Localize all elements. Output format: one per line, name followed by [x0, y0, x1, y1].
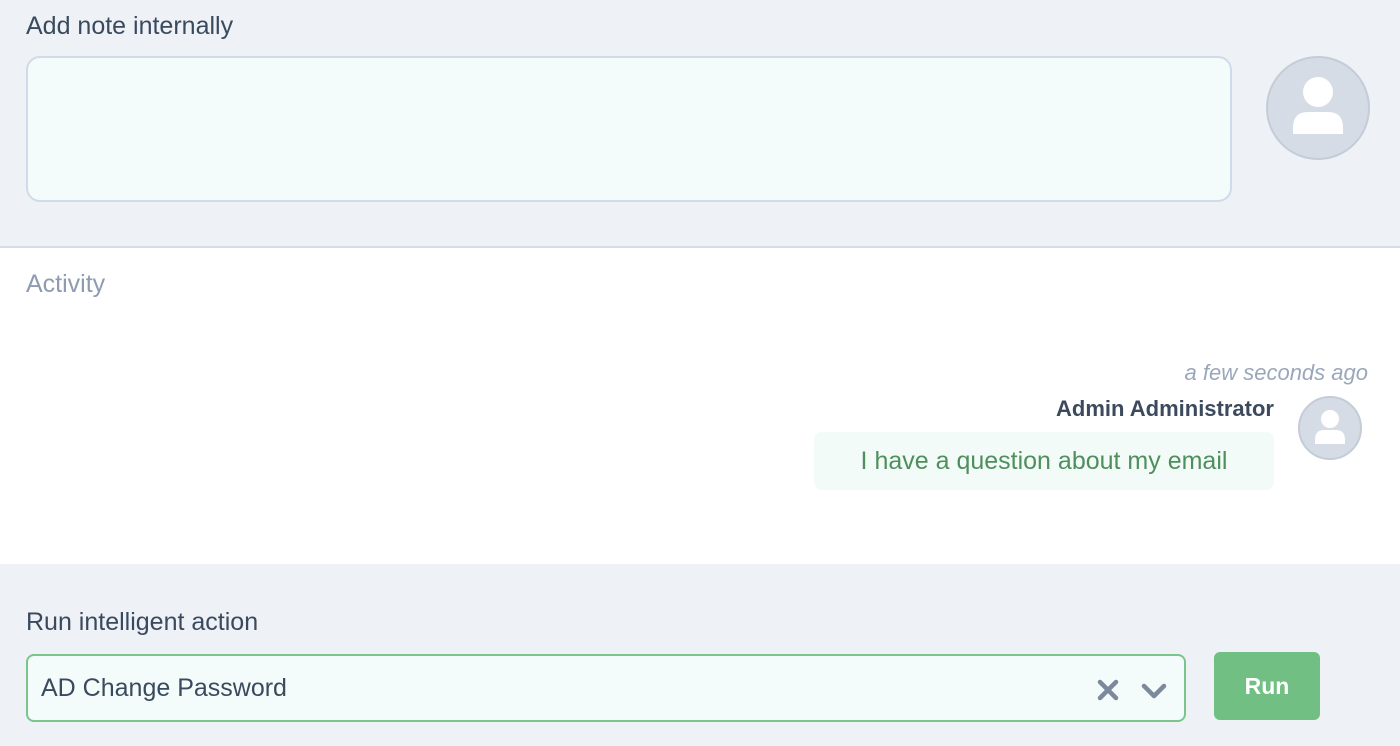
note-section: Add note internally [0, 0, 1400, 248]
activity-section: Activity a few seconds ago Admin Adminis… [0, 248, 1400, 564]
note-label: Add note internally [26, 12, 234, 40]
chevron-down-icon[interactable] [1140, 680, 1168, 702]
activity-message: I have a question about my email [814, 432, 1274, 490]
activity-author: Admin Administrator [1056, 396, 1274, 421]
run-button[interactable]: Run [1214, 652, 1320, 720]
activity-timestamp: a few seconds ago [1184, 360, 1368, 385]
action-select-value: AD Change Password [41, 674, 287, 702]
activity-message-text: I have a question about my email [860, 446, 1228, 475]
user-icon [1293, 77, 1343, 134]
action-label: Run intelligent action [26, 608, 259, 636]
current-user-avatar [1266, 56, 1370, 160]
note-textarea[interactable] [26, 56, 1232, 202]
action-select[interactable]: AD Change Password [26, 654, 1186, 722]
author-avatar [1298, 396, 1362, 460]
action-section: Run intelligent action AD Change Passwor… [0, 564, 1400, 746]
user-icon [1315, 410, 1345, 444]
close-icon[interactable] [1096, 678, 1120, 702]
activity-title: Activity [26, 270, 106, 298]
